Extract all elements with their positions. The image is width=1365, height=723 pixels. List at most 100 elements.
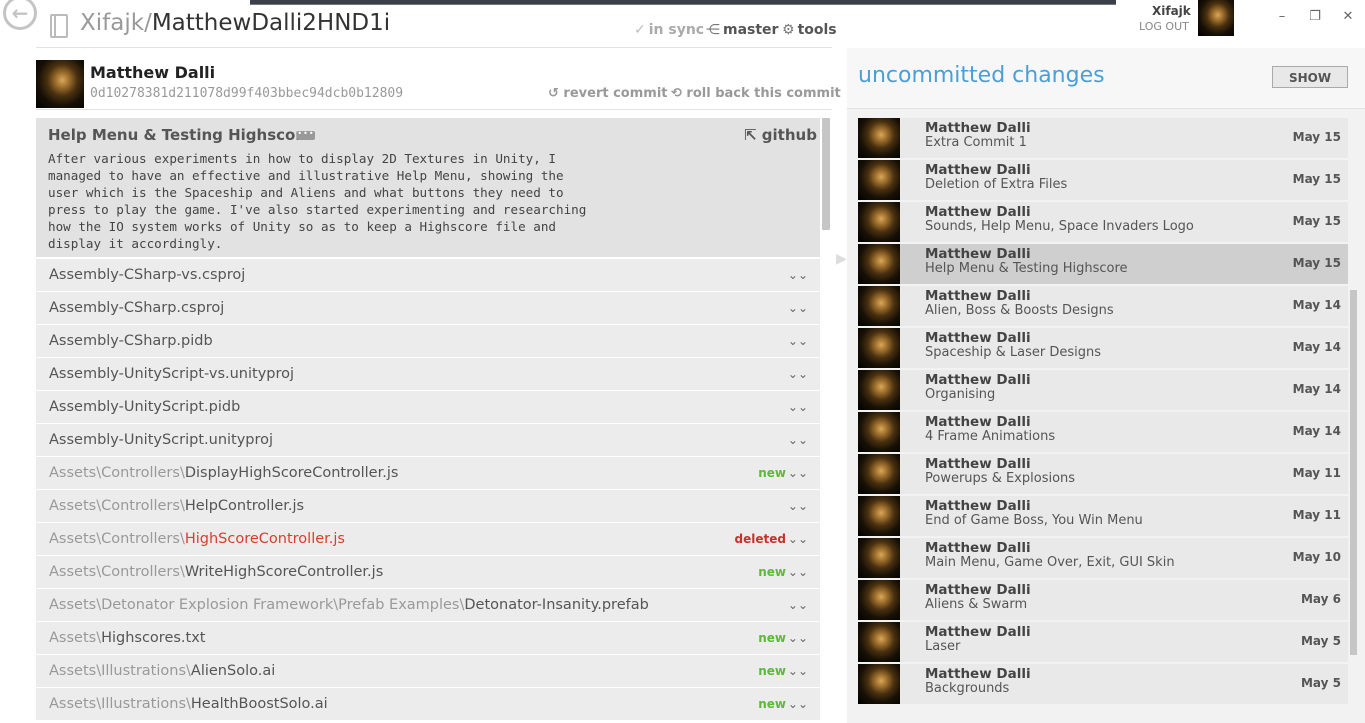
history-date: May 14: [1292, 340, 1341, 354]
file-basename: Assembly-CSharp.csproj: [49, 300, 225, 316]
history-message: 4 Frame Animations: [925, 429, 1056, 444]
history-item[interactable]: Matthew Dalli Sounds, Help Menu, Space In…: [858, 202, 1348, 242]
file-path: Assets\Controllers\HighScoreController.j…: [49, 523, 345, 555]
file-row[interactable]: Assembly-UnityScript-vs.unityproj ⌄⌄: [36, 358, 820, 390]
history-author: Matthew Dalli: [925, 414, 1031, 430]
file-path: Assembly-CSharp.csproj: [49, 292, 224, 324]
history-author: Matthew Dalli: [925, 162, 1031, 178]
branch-label: master: [723, 22, 779, 38]
logout-link[interactable]: LOG OUT: [1139, 20, 1189, 33]
show-uncommitted-button[interactable]: SHOW: [1272, 66, 1348, 88]
history-item[interactable]: Matthew Dalli Main Menu, Game Over, Exit,…: [858, 538, 1348, 578]
file-row[interactable]: Assembly-CSharp.pidb ⌄⌄: [36, 325, 820, 357]
file-row[interactable]: Assets\Controllers\HelpController.js ⌄⌄: [36, 490, 820, 522]
history-author: Matthew Dalli: [925, 498, 1031, 514]
file-row[interactable]: Assets\Detonator Explosion Framework\Pre…: [36, 589, 820, 621]
expand-chevron-icon[interactable]: ⌄⌄: [788, 490, 808, 522]
commit-description: After various experiments in how to disp…: [48, 151, 587, 251]
file-path: Assets\Controllers\DisplayHighScoreContr…: [49, 457, 398, 489]
history-date: May 5: [1300, 676, 1341, 690]
file-basename: Assembly-UnityScript-vs.unityproj: [49, 366, 295, 382]
expand-chevron-icon[interactable]: ⌄⌄: [788, 457, 808, 489]
file-directory: Assets\: [49, 630, 102, 646]
file-row[interactable]: Assets\Controllers\WriteHighScoreControl…: [36, 556, 820, 588]
history-item[interactable]: Matthew Dalli Extra Commit 1 May 15: [858, 118, 1348, 158]
history-item[interactable]: Matthew Dalli Laser May 5: [858, 622, 1348, 662]
history-scrollbar[interactable]: [1350, 290, 1357, 655]
file-row[interactable]: Assets\Controllers\HighScoreController.j…: [36, 523, 820, 555]
header-divider: [36, 47, 832, 48]
expand-chevron-icon[interactable]: ⌄⌄: [788, 292, 808, 324]
more-options-button[interactable]: •••: [297, 130, 315, 140]
github-link[interactable]: ⇱ github: [744, 126, 817, 144]
expand-chevron-icon[interactable]: ⌄⌄: [788, 424, 808, 456]
tools-label: tools: [797, 22, 837, 38]
file-row[interactable]: Assets\Illustrations\HealthBoostSolo.ai n…: [36, 688, 820, 720]
github-label: github: [761, 126, 817, 144]
history-item[interactable]: Matthew Dalli Organising May 14: [858, 370, 1348, 410]
branch-button[interactable]: ⋲ master: [706, 22, 778, 38]
history-date: May 14: [1292, 298, 1341, 312]
history-item[interactable]: Matthew Dalli Powerups & Explosions May 11: [858, 454, 1348, 494]
history-item[interactable]: Matthew Dalli Aliens & Swarm May 6: [858, 580, 1348, 620]
close-button[interactable]: ✕: [1338, 9, 1358, 24]
user-avatar[interactable]: [1198, 0, 1234, 36]
history-item[interactable]: Matthew Dalli Help Menu & Testing Highsco…: [858, 244, 1348, 284]
file-basename: Assembly-UnityScript.pidb: [49, 399, 241, 415]
history-item[interactable]: Matthew Dalli 4 Frame Animations May 14: [858, 412, 1348, 452]
file-row[interactable]: Assembly-CSharp.csproj ⌄⌄: [36, 292, 820, 324]
history-date: May 11: [1292, 508, 1341, 522]
expand-chevron-icon[interactable]: ⌄⌄: [788, 622, 808, 654]
history-author: Matthew Dalli: [925, 666, 1031, 682]
file-row[interactable]: Assets\Illustrations\AlienSolo.ai new ⌄⌄: [36, 655, 820, 687]
expand-chevron-icon[interactable]: ⌄⌄: [788, 325, 808, 357]
history-item[interactable]: Matthew Dalli Spaceship & Laser Designs Ma…: [858, 328, 1348, 368]
sync-status[interactable]: ✓ in sync: [634, 22, 704, 38]
file-status-badge: new: [758, 664, 786, 678]
repository-title[interactable]: Xifajk/MatthewDalli2HND1i: [80, 10, 390, 36]
history-item[interactable]: Matthew Dalli Backgrounds May 5: [858, 664, 1348, 704]
maximize-button[interactable]: ❐: [1305, 9, 1325, 24]
commit-author: Matthew Dalli: [90, 63, 216, 82]
history-date: May 14: [1292, 424, 1341, 438]
expand-chevron-icon[interactable]: ⌄⌄: [788, 259, 808, 291]
checkmark-icon: ✓: [634, 22, 646, 38]
file-status-badge: new: [758, 565, 786, 579]
expand-chevron-icon[interactable]: ⌄⌄: [788, 688, 808, 720]
history-item[interactable]: Matthew Dalli Alien, Boss & Boosts Design…: [858, 286, 1348, 326]
changed-files-list: Assembly-CSharp-vs.csproj ⌄⌄ Assembly-CSha…: [36, 259, 820, 723]
back-button[interactable]: ←: [3, 0, 37, 30]
rollback-commit-button[interactable]: ⟲ roll back this commit: [671, 86, 841, 101]
file-basename: DisplayHighScoreController.js: [184, 465, 399, 481]
commit-history-list: Matthew Dalli Extra Commit 1 May 15 Matthew…: [858, 118, 1348, 723]
author-avatar: [858, 286, 900, 326]
history-author: Matthew Dalli: [925, 120, 1031, 136]
repo-owner[interactable]: Xifajk: [80, 10, 144, 36]
expand-chevron-icon[interactable]: ⌄⌄: [788, 589, 808, 621]
revert-commit-label: revert commit: [563, 86, 668, 101]
current-user-name[interactable]: Xifajk: [1152, 4, 1191, 18]
file-directory: Assets\Illustrations\: [49, 696, 191, 712]
file-row[interactable]: Assembly-CSharp-vs.csproj ⌄⌄: [36, 259, 820, 291]
commit-scrollbar[interactable]: [822, 118, 830, 230]
history-message: Deletion of Extra Files: [925, 177, 1068, 192]
expand-chevron-icon[interactable]: ⌄⌄: [788, 556, 808, 588]
file-row[interactable]: Assets\Highscores.txt new ⌄⌄: [36, 622, 820, 654]
expand-chevron-icon[interactable]: ⌄⌄: [788, 655, 808, 687]
file-row[interactable]: Assets\Controllers\DisplayHighScoreContr…: [36, 457, 820, 489]
file-row[interactable]: Assembly-UnityScript.unityproj ⌄⌄: [36, 424, 820, 456]
file-path: Assets\Controllers\WriteHighScoreControl…: [49, 556, 383, 588]
history-item[interactable]: Matthew Dalli End of Game Boss, You Win M…: [858, 496, 1348, 536]
expand-chevron-icon[interactable]: ⌄⌄: [788, 358, 808, 390]
expand-chevron-icon[interactable]: ⌄⌄: [788, 391, 808, 423]
history-date: May 15: [1292, 256, 1341, 270]
history-message: Organising: [925, 387, 996, 402]
file-basename: Assembly-UnityScript.unityproj: [49, 432, 274, 448]
history-message: Backgrounds: [925, 681, 1010, 696]
minimize-button[interactable]: –: [1272, 9, 1292, 24]
revert-commit-button[interactable]: ↺ revert commit: [548, 86, 668, 101]
history-item[interactable]: Matthew Dalli Deletion of Extra Files May …: [858, 160, 1348, 200]
expand-chevron-icon[interactable]: ⌄⌄: [788, 523, 808, 555]
tools-button[interactable]: ⚙ tools: [782, 22, 837, 38]
file-row[interactable]: Assembly-UnityScript.pidb ⌄⌄: [36, 391, 820, 423]
